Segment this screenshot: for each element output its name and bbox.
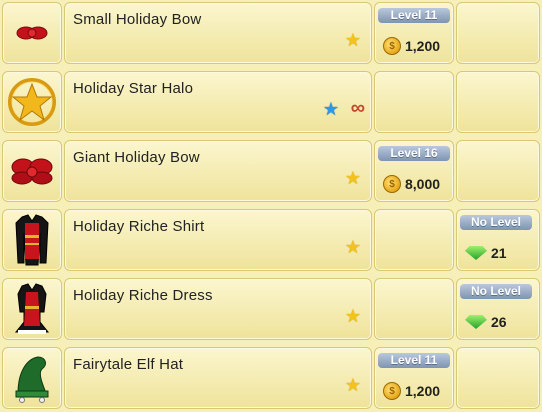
item-name: Giant Holiday Bow (73, 149, 200, 166)
gold-coin-icon: $ (383, 37, 401, 55)
level-badge: Level 11 (378, 353, 450, 368)
item-name-cell: Giant Holiday Bow ★ (64, 140, 372, 202)
list-item[interactable]: Holiday Star Halo ★ ∞ (0, 69, 542, 135)
level-badge: Level 16 (378, 146, 450, 161)
gold-star-icon[interactable]: ★ (345, 169, 361, 187)
item-name-cell: Holiday Riche Shirt ★ (64, 209, 372, 271)
level-badge: Level 11 (378, 8, 450, 23)
list-item[interactable]: Holiday Riche Dress ★ No Level 26 (0, 276, 542, 342)
shirt-icon (3, 210, 61, 270)
item-icon-cell (2, 71, 62, 133)
gem-price-cell: No Level 26 (456, 278, 540, 340)
small-bow-icon (3, 3, 61, 63)
item-icon-cell (2, 347, 62, 409)
gem-icon (465, 246, 487, 260)
gem-price-cell (456, 347, 540, 409)
blue-star-icon[interactable]: ★ (323, 100, 339, 118)
gem-price-cell (456, 2, 540, 64)
list-item[interactable]: Fairytale Elf Hat ★ Level 11 $ 1,200 (0, 345, 542, 411)
level-badge: No Level (460, 215, 532, 230)
level-price-cell (374, 71, 454, 133)
item-icon-cell (2, 140, 62, 202)
giant-bow-icon (3, 141, 61, 201)
price: 8,000 (405, 176, 441, 192)
price: 1,200 (405, 38, 441, 54)
item-name: Holiday Star Halo (73, 80, 194, 97)
list-item[interactable]: Small Holiday Bow ★ Level 11 $ 1,200 (0, 0, 542, 66)
level-price-cell (374, 278, 454, 340)
item-icon-cell (2, 278, 62, 340)
gold-star-icon[interactable]: ★ (345, 307, 361, 325)
price: 21 (491, 245, 507, 261)
level-badge: No Level (460, 284, 532, 299)
item-name-cell: Small Holiday Bow ★ (64, 2, 372, 64)
gold-star-icon[interactable]: ★ (345, 31, 361, 49)
item-icon-cell (2, 2, 62, 64)
item-name: Fairytale Elf Hat (73, 356, 184, 373)
level-price-cell: Level 11 $ 1,200 (374, 347, 454, 409)
elf-hat-icon (3, 348, 61, 408)
item-icon-cell (2, 209, 62, 271)
item-name: Holiday Riche Shirt (73, 218, 205, 235)
gold-star-icon[interactable]: ★ (345, 238, 361, 256)
list-item[interactable]: Holiday Riche Shirt ★ No Level 21 (0, 207, 542, 273)
star-halo-icon (3, 72, 61, 132)
item-name: Small Holiday Bow (73, 11, 202, 28)
price: 1,200 (405, 383, 441, 399)
dress-icon (3, 279, 61, 339)
item-name-cell: Holiday Riche Dress ★ (64, 278, 372, 340)
gold-coin-icon: $ (383, 175, 401, 193)
item-name-cell: Holiday Star Halo ★ ∞ (64, 71, 372, 133)
gem-price-cell: No Level 21 (456, 209, 540, 271)
gem-price-cell (456, 140, 540, 202)
gem-price-cell (456, 71, 540, 133)
gold-star-icon[interactable]: ★ (345, 376, 361, 394)
gold-coin-icon: $ (383, 382, 401, 400)
level-price-cell: Level 16 $ 8,000 (374, 140, 454, 202)
infinity-icon: ∞ (350, 97, 365, 119)
item-name: Holiday Riche Dress (73, 287, 213, 304)
gem-icon (465, 315, 487, 329)
price: 26 (491, 314, 507, 330)
item-name-cell: Fairytale Elf Hat ★ (64, 347, 372, 409)
list-item[interactable]: Giant Holiday Bow ★ Level 16 $ 8,000 (0, 138, 542, 204)
level-price-cell: Level 11 $ 1,200 (374, 2, 454, 64)
level-price-cell (374, 209, 454, 271)
